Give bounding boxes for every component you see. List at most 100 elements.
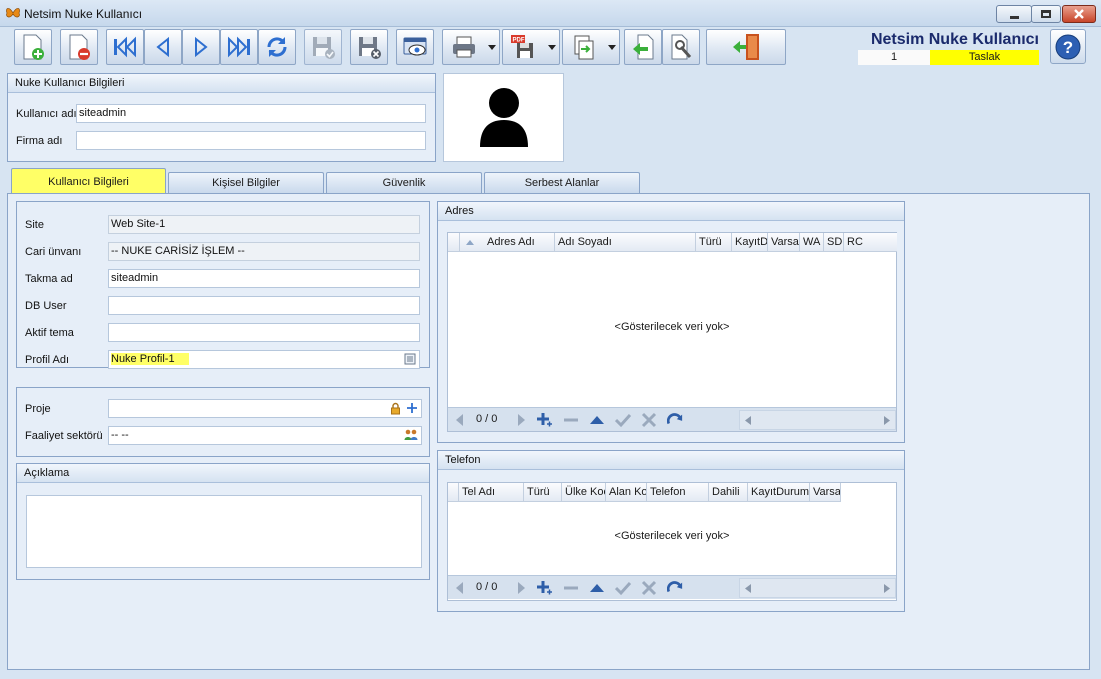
column-header-dahili[interactable]: Dahili <box>709 483 748 501</box>
nav-confirm-icon[interactable] <box>615 412 631 428</box>
takma-ad-input[interactable]: siteadmin <box>108 269 420 288</box>
column-header-telefon[interactable]: Telefon <box>647 483 709 501</box>
nav-up-icon[interactable] <box>589 580 605 596</box>
close-button[interactable] <box>1062 5 1096 23</box>
avatar[interactable] <box>443 73 564 162</box>
nav-cancel-icon[interactable] <box>641 580 657 596</box>
minimize-icon <box>1009 15 1019 19</box>
company-label: Firma adı <box>16 135 63 147</box>
telefon-grid: Tel Adı Türü Ülke Koc Alan Ko Telefon Da… <box>447 482 897 601</box>
nav-refresh-icon[interactable] <box>667 580 683 596</box>
nav-cancel-icon[interactable] <box>641 412 657 428</box>
last-record-button[interactable] <box>220 29 258 65</box>
nav-up-icon[interactable] <box>589 412 605 428</box>
settings-button[interactable] <box>662 29 700 65</box>
lock-icon[interactable] <box>390 402 401 415</box>
profil-adi-input[interactable]: Nuke Profil-1 <box>108 350 420 369</box>
db-user-input[interactable] <box>108 296 420 315</box>
faaliyet-sektoru-input[interactable]: -- -- <box>108 426 422 445</box>
column-header-alan-kodu[interactable]: Alan Ko <box>606 483 647 501</box>
scroll-right-icon[interactable] <box>884 584 890 593</box>
print-button[interactable] <box>442 29 500 65</box>
previous-icon <box>156 36 169 58</box>
back-button[interactable] <box>624 29 662 65</box>
column-header-turu[interactable]: Türü <box>524 483 562 501</box>
preview-button[interactable] <box>396 29 434 65</box>
svg-text:?: ? <box>1063 38 1073 57</box>
column-header-kayitd[interactable]: KayıtD <box>732 233 768 251</box>
nav-add-icon[interactable] <box>536 580 552 596</box>
column-header-varsa[interactable]: Varsa <box>768 233 800 251</box>
save-and-close-button[interactable] <box>350 29 388 65</box>
nav-confirm-icon[interactable] <box>615 580 631 596</box>
column-header-ulke-kodu[interactable]: Ülke Koc <box>562 483 606 501</box>
tab-kullanici-bilgileri[interactable]: Kullanıcı Bilgileri <box>11 168 166 193</box>
pdf-save-icon: PDF <box>511 35 533 58</box>
user-silhouette-icon <box>480 88 528 147</box>
aciklama-textarea[interactable] <box>26 495 422 568</box>
help-button[interactable]: ? <box>1050 29 1086 64</box>
new-record-button[interactable] <box>14 29 52 65</box>
nav-prev-button[interactable] <box>452 580 468 596</box>
first-icon <box>114 36 136 58</box>
telefon-navigator: 0 / 0 <box>448 575 896 599</box>
column-header-marker[interactable] <box>448 483 459 501</box>
export-icon <box>574 35 594 60</box>
column-header-varsa[interactable]: Varsa <box>810 483 841 501</box>
minimize-button[interactable] <box>996 5 1032 23</box>
column-header-rc[interactable]: RC <box>844 233 897 251</box>
scroll-left-icon[interactable] <box>745 416 751 425</box>
export-pdf-button[interactable]: PDF <box>502 29 560 65</box>
nav-refresh-icon[interactable] <box>667 412 683 428</box>
lookup-list-icon[interactable] <box>404 353 416 365</box>
column-header-kayit-durumu[interactable]: KayıtDurumı <box>748 483 810 501</box>
last-icon <box>228 36 250 58</box>
nav-remove-icon[interactable] <box>563 580 579 596</box>
tab-guvenlik[interactable]: Güvenlik <box>326 172 482 193</box>
tab-kisisel-bilgiler[interactable]: Kişisel Bilgiler <box>168 172 324 193</box>
scroll-left-icon[interactable] <box>745 584 751 593</box>
next-record-button[interactable] <box>182 29 220 65</box>
telefon-group: Telefon Tel Adı Türü Ülke Koc Alan Ko Te… <box>437 450 905 612</box>
column-header-wa[interactable]: WA <box>800 233 824 251</box>
previous-record-button[interactable] <box>144 29 182 65</box>
horizontal-scrollbar[interactable] <box>739 578 896 598</box>
maximize-button[interactable] <box>1031 5 1061 23</box>
help-icon: ? <box>1055 34 1081 59</box>
faaliyet-sektoru-label: Faaliyet sektörü <box>25 430 103 442</box>
refresh-button[interactable] <box>258 29 296 65</box>
tab-serbest-alanlar[interactable]: Serbest Alanlar <box>484 172 640 193</box>
aktif-tema-label: Aktif tema <box>25 327 74 339</box>
people-icon[interactable] <box>404 429 418 441</box>
takma-ad-label: Takma ad <box>25 273 73 285</box>
column-header-adi-soyadi[interactable]: Adı Soyadı <box>555 233 696 251</box>
add-icon[interactable] <box>406 402 418 414</box>
nav-add-icon[interactable] <box>536 412 552 428</box>
column-header-sd[interactable]: SD <box>824 233 844 251</box>
nav-remove-icon[interactable] <box>563 412 579 428</box>
status-badge: Taslak <box>930 50 1039 65</box>
scroll-right-icon[interactable] <box>884 416 890 425</box>
close-icon <box>1074 9 1084 19</box>
dropdown-arrow-icon <box>488 45 496 50</box>
delete-record-button[interactable] <box>60 29 98 65</box>
nav-prev-button[interactable] <box>452 412 468 428</box>
nav-next-button[interactable] <box>513 412 529 428</box>
exit-door-icon <box>733 34 759 60</box>
nav-next-button[interactable] <box>513 580 529 596</box>
username-input[interactable]: siteadmin <box>76 104 426 123</box>
save-close-icon <box>359 37 381 59</box>
column-header-turu[interactable]: Türü <box>696 233 732 251</box>
exit-button[interactable] <box>706 29 786 65</box>
proje-input[interactable] <box>108 399 422 418</box>
company-input[interactable] <box>76 131 426 150</box>
column-header-adres-adi[interactable]: Adres Adı <box>484 233 555 251</box>
column-header-marker[interactable] <box>448 233 460 251</box>
export-button[interactable] <box>562 29 620 65</box>
save-button[interactable] <box>304 29 342 65</box>
horizontal-scrollbar[interactable] <box>739 410 896 430</box>
column-header-tel-adi[interactable]: Tel Adı <box>459 483 524 501</box>
first-record-button[interactable] <box>106 29 144 65</box>
delete-document-icon <box>69 34 90 60</box>
aktif-tema-input[interactable] <box>108 323 420 342</box>
